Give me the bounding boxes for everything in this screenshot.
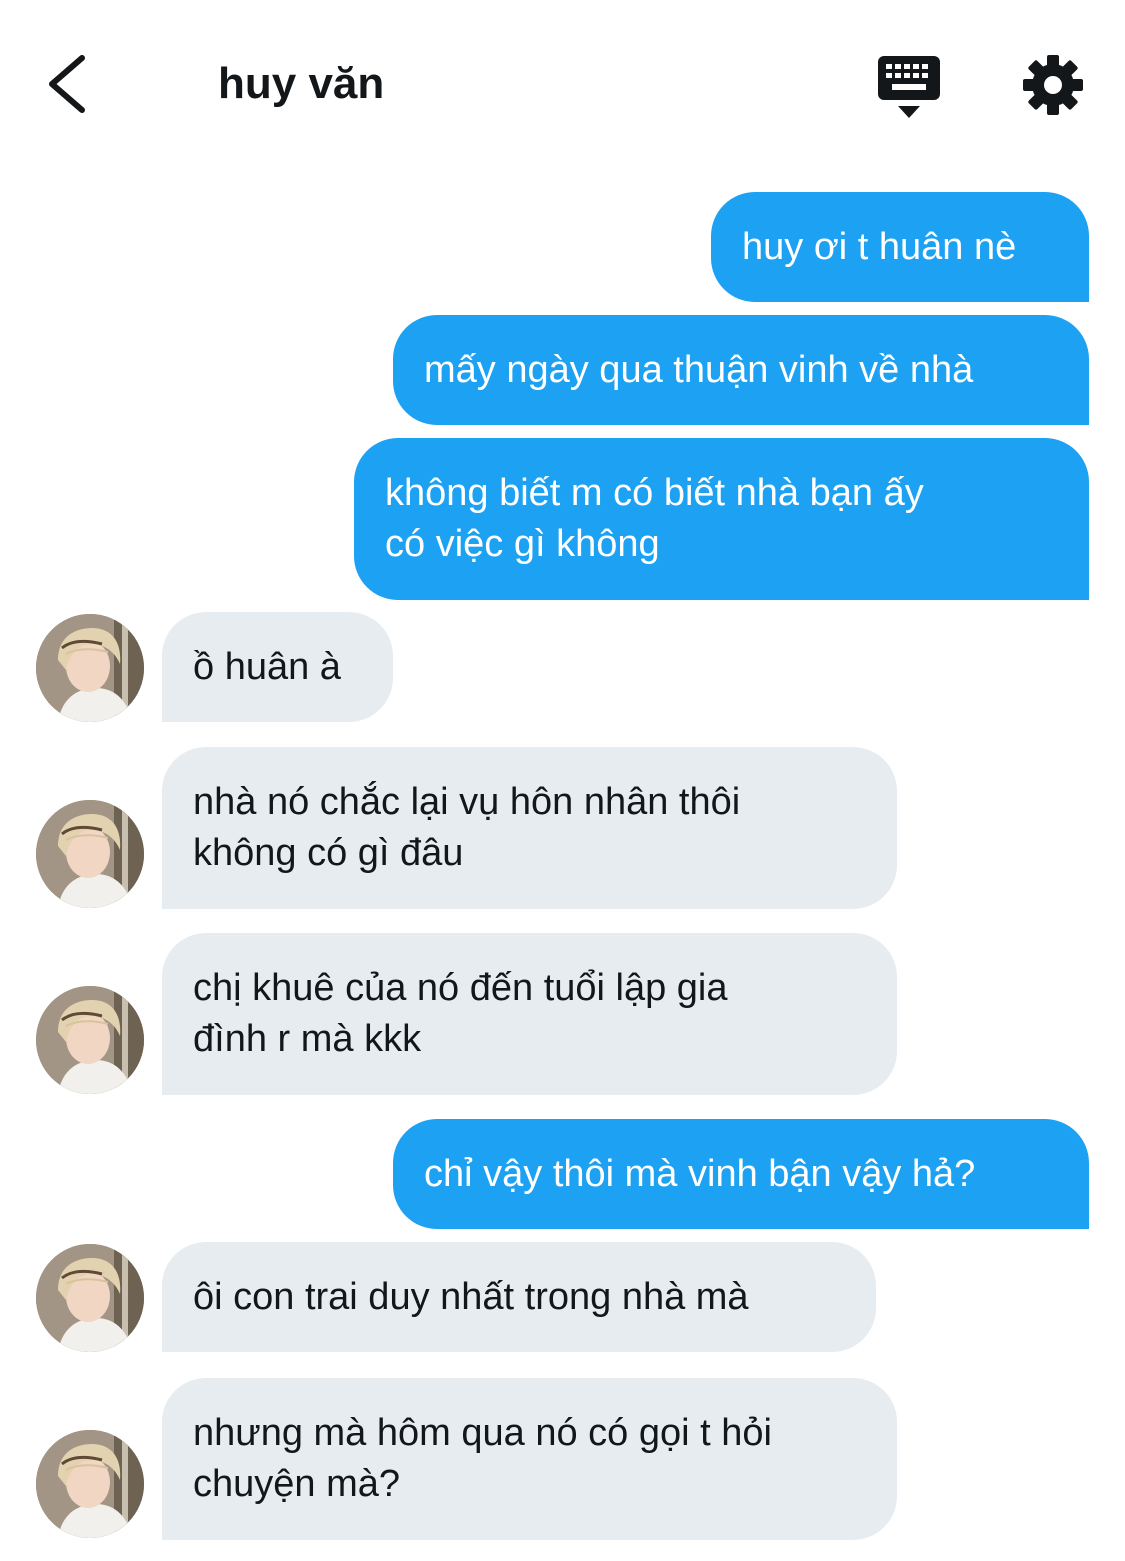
contact-name[interactable]: huy văn [218, 54, 384, 114]
message-text-line: có việc gì không [385, 523, 660, 565]
message-text-line: nhà nó chắc lại vụ hôn nhân thôi [193, 781, 741, 823]
contact-avatar[interactable] [36, 614, 144, 722]
message-text-line: đình r mà kkk [193, 1018, 422, 1060]
message-text: mấy ngày qua thuận vinh về nhà [424, 348, 974, 391]
contact-avatar[interactable] [36, 800, 144, 908]
message-bubble-incoming[interactable]: nhà nó chắc lại vụ hôn nhân thôi không c… [162, 747, 897, 909]
message-bubble-incoming[interactable]: nhưng mà hôm qua nó có gọi t hỏi chuyện … [162, 1378, 897, 1540]
contact-avatar[interactable] [36, 1430, 144, 1538]
message-bubble-outgoing[interactable]: không biết m có biết nhà bạn ấy có việc … [354, 438, 1089, 600]
message-bubble-incoming[interactable]: ồ huân à [162, 612, 393, 722]
message-bubble-outgoing[interactable]: huy ơi t huân nè [711, 192, 1089, 302]
message-bubble-outgoing[interactable]: mấy ngày qua thuận vinh về nhà [393, 315, 1089, 425]
gear-icon[interactable] [1022, 54, 1084, 116]
message-text: chỉ vậy thôi mà vinh bận vậy hả? [424, 1152, 976, 1195]
contact-avatar[interactable] [36, 1244, 144, 1352]
message-text: ồ huân à [193, 645, 341, 688]
message-text-line: không có gì đâu [193, 832, 464, 874]
message-text-line: không biết m có biết nhà bạn ấy [385, 472, 924, 514]
message-text: ôi con trai duy nhất trong nhà mà [193, 1275, 749, 1318]
message-text-line: chị khuê của nó đến tuổi lập gia [193, 967, 728, 1009]
keyboard-icon[interactable] [876, 52, 942, 120]
contact-avatar[interactable] [36, 986, 144, 1094]
chat-header: huy văn [0, 0, 1125, 170]
message-bubble-incoming[interactable]: ôi con trai duy nhất trong nhà mà [162, 1242, 876, 1352]
chevron-left-icon[interactable] [38, 48, 98, 120]
message-text: huy ơi t huân nè [742, 225, 1017, 268]
message-bubble-incoming[interactable]: chị khuê của nó đến tuổi lập gia đình r … [162, 933, 897, 1095]
message-text-line: nhưng mà hôm qua nó có gọi t hỏi [193, 1412, 772, 1454]
message-text-line: chuyện mà? [193, 1463, 401, 1505]
message-bubble-outgoing[interactable]: chỉ vậy thôi mà vinh bận vậy hả? [393, 1119, 1089, 1229]
